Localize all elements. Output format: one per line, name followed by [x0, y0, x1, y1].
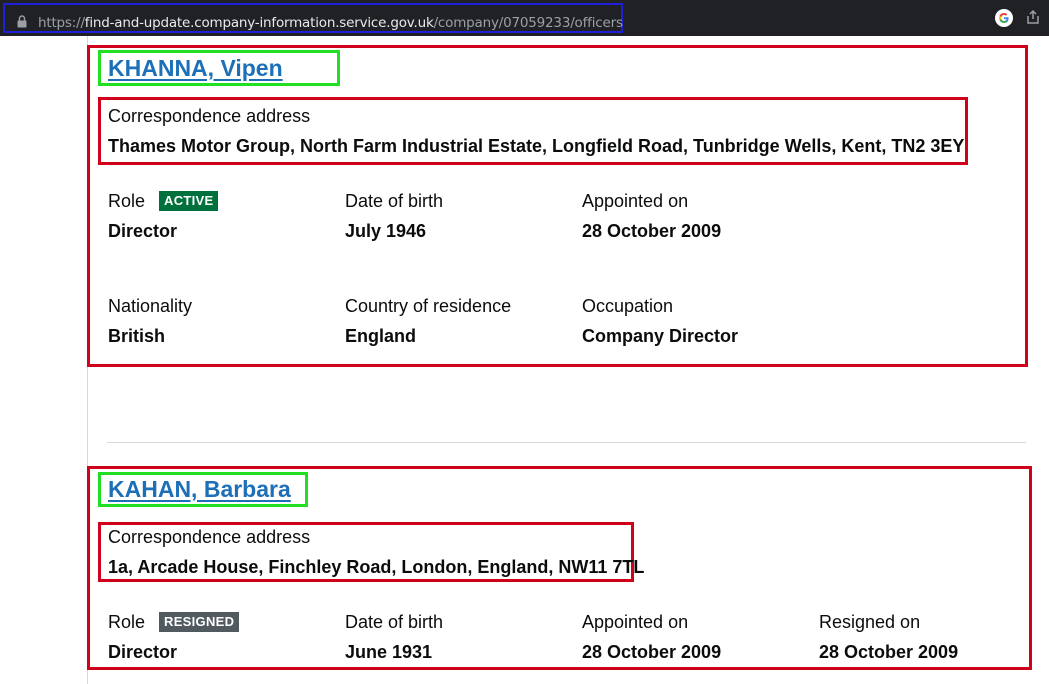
officer-name-link[interactable]: KHANNA, Vipen [108, 55, 283, 82]
google-icon[interactable] [995, 9, 1013, 27]
nationality-label: Nationality [108, 296, 193, 316]
status-badge-resigned: RESIGNED [159, 612, 240, 632]
officer-divider [107, 442, 1026, 443]
share-icon[interactable] [1025, 9, 1041, 25]
appointed-value: 28 October 2009 [582, 642, 722, 662]
occupation-label: Occupation [582, 296, 674, 316]
url-text[interactable]: https://find-and-update.company-informat… [38, 15, 623, 31]
residence-value: England [345, 326, 416, 346]
appointed-label: Appointed on [582, 612, 689, 632]
url-scheme: https:// [38, 15, 85, 31]
dob-label: Date of birth [345, 191, 444, 211]
appointed-value: 28 October 2009 [582, 221, 722, 241]
resigned-value: 28 October 2009 [819, 642, 959, 662]
officer-card-annotation [87, 45, 1028, 367]
lock-icon[interactable] [17, 15, 27, 28]
dob-value: June 1931 [345, 642, 433, 662]
browser-toolbar: https://find-and-update.company-informat… [0, 0, 1049, 36]
appointed-label: Appointed on [582, 191, 689, 211]
status-badge-active: ACTIVE [159, 191, 219, 211]
role-label: Role [108, 612, 146, 632]
role-label: Role [108, 191, 146, 211]
address-label: Correspondence address [108, 106, 311, 126]
url-path: /company/07059233/officers [433, 15, 623, 31]
address-value: 1a, Arcade House, Finchley Road, London,… [108, 557, 645, 577]
nationality-value: British [108, 326, 166, 346]
role-value: Director [108, 221, 178, 241]
resigned-label: Resigned on [819, 612, 921, 632]
dob-value: July 1946 [345, 221, 427, 241]
residence-label: Country of residence [345, 296, 512, 316]
role-value: Director [108, 642, 178, 662]
dob-label: Date of birth [345, 612, 444, 632]
address-bar[interactable]: https://find-and-update.company-informat… [3, 3, 623, 33]
address-label: Correspondence address [108, 527, 311, 547]
occupation-value: Company Director [582, 326, 739, 346]
url-host: find-and-update.company-information.serv… [84, 15, 434, 31]
officer-name-link[interactable]: KAHAN, Barbara [108, 476, 291, 503]
address-value: Thames Motor Group, North Farm Industria… [108, 136, 965, 156]
